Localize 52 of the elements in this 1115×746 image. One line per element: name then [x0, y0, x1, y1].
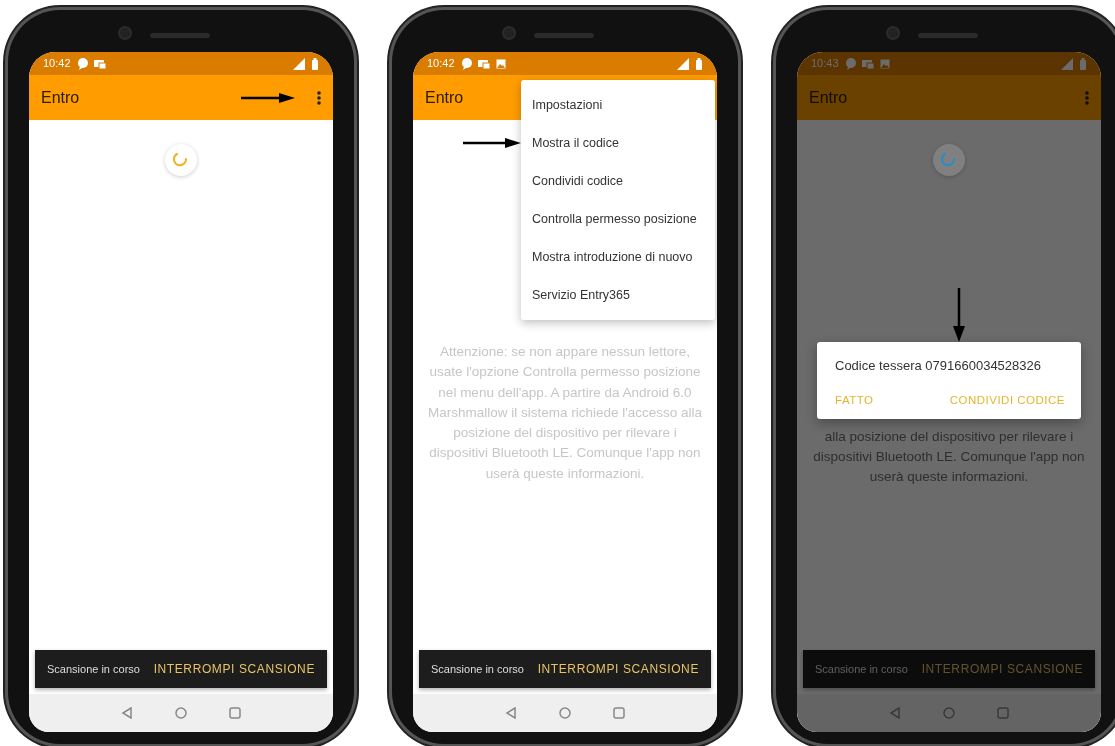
menu-item[interactable]: Impostazioni [521, 86, 715, 124]
speaker-grille [534, 33, 594, 38]
snackbar-text: Scansione in corso [47, 661, 140, 677]
signal-icon [677, 57, 689, 70]
chat-bubble-icon [76, 57, 88, 70]
app-title: Entro [809, 87, 848, 108]
battery-icon [1079, 57, 1087, 70]
back-icon[interactable] [505, 707, 517, 719]
status-time: 10:42 [43, 56, 71, 72]
status-time: 10:43 [811, 56, 839, 72]
snackbar-action[interactable]: INTERROMPI SCANSIONE [537, 660, 699, 678]
card-icon [93, 57, 106, 70]
spinner-arc-icon [940, 151, 958, 169]
arrow-annotation [241, 92, 295, 103]
menu-item[interactable]: Servizio Entry365 [521, 276, 715, 314]
image-icon [495, 58, 506, 69]
signal-icon [293, 57, 305, 70]
recents-icon[interactable] [229, 707, 241, 719]
card-icon [861, 57, 874, 70]
home-icon[interactable] [559, 707, 571, 719]
menu-item[interactable]: Mostra introduzione di nuovo [521, 238, 715, 276]
status-time: 10:42 [427, 56, 455, 72]
speaker-grille [918, 33, 978, 38]
dialog-text: Codice tessera 0791660034528326 [835, 357, 1042, 375]
camera-icon [118, 26, 132, 40]
home-icon[interactable] [943, 707, 955, 719]
menu-item[interactable]: Condividi codice [521, 162, 715, 200]
recents-icon[interactable] [997, 707, 1009, 719]
back-icon[interactable] [121, 707, 133, 719]
battery-icon [695, 57, 703, 70]
arrow-annotation [953, 288, 965, 342]
camera-icon [502, 26, 516, 40]
overflow-menu-icon[interactable] [317, 90, 321, 105]
battery-icon [311, 57, 319, 70]
camera-icon [886, 26, 900, 40]
recents-icon[interactable] [613, 707, 625, 719]
speaker-grille [150, 33, 210, 38]
app-title: Entro [41, 87, 80, 108]
home-icon[interactable] [175, 707, 187, 719]
snackbar-text: Scansione in corso [815, 661, 908, 677]
menu-item[interactable]: Mostra il codice [521, 124, 715, 162]
image-icon [879, 58, 890, 69]
app-title: Entro [425, 87, 464, 108]
spinner-arc-icon [172, 151, 190, 169]
card-icon [477, 57, 490, 70]
chat-bubble-icon [460, 57, 472, 70]
back-icon[interactable] [889, 707, 901, 719]
signal-icon [1061, 57, 1073, 70]
snackbar-action[interactable]: INTERROMPI SCANSIONE [153, 660, 315, 678]
chat-bubble-icon [844, 57, 856, 70]
snackbar-text: Scansione in corso [431, 661, 524, 677]
menu-item[interactable]: Controlla permesso posizione [521, 200, 715, 238]
